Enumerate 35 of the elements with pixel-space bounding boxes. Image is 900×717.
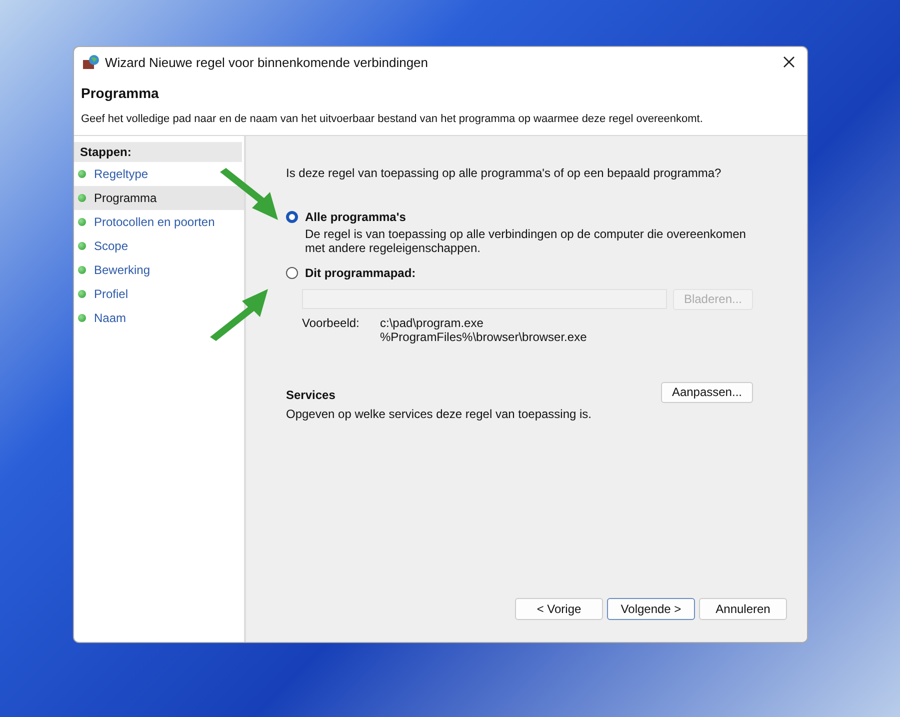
step-item[interactable]: Bewerking — [74, 258, 244, 282]
option-label[interactable]: Alle programma's — [305, 210, 406, 224]
wizard-button[interactable]: Annuleren — [699, 598, 787, 620]
question-text: Is deze regel van toepassing op alle programma's of op een bepaald programma? — [286, 166, 722, 180]
example-path: %ProgramFiles%\browser\browser.exe — [380, 330, 587, 344]
radio-button[interactable] — [286, 211, 298, 223]
wizard-button[interactable]: Volgende > — [607, 598, 695, 620]
step-item[interactable]: Regeltype — [74, 162, 244, 186]
option-label[interactable]: Dit programmapad: — [305, 266, 416, 280]
option-description: De regel is van toepassing op alle verbindingen op de computer die overeenkomen met andere regeleigenschappen. — [305, 227, 747, 256]
example-path: c:\pad\program.exe — [380, 316, 484, 330]
step-item[interactable]: Scope — [74, 234, 244, 258]
window-title: Wizard Nieuwe regel voor binnenkomende verbindingen — [105, 54, 430, 70]
wizard-button[interactable]: < Vorige — [515, 598, 603, 620]
steps-heading: Stappen: — [74, 142, 242, 162]
status-dot-icon — [78, 194, 86, 202]
status-dot-icon — [78, 314, 86, 322]
globe-icon — [82, 54, 100, 70]
example-label: Voorbeeld: — [302, 316, 360, 332]
status-dot-icon — [78, 266, 86, 274]
status-dot-icon — [78, 242, 86, 250]
status-dot-icon — [78, 290, 86, 298]
customize-button[interactable]: Aanpassen... — [660, 382, 753, 403]
page-description: Geef het volledige pad naar en de naam van het uitvoerbaar bestand van het programma op waarmee deze regel overeenkomt. — [81, 113, 704, 125]
services-description: Opgeven op welke services deze regel van toepassing is. — [286, 406, 592, 421]
step-item[interactable]: Naam — [74, 306, 244, 330]
close-icon[interactable] — [783, 56, 795, 68]
page-title: Programma — [81, 85, 160, 101]
step-item[interactable]: Protocollen en poorten — [74, 210, 244, 234]
services-heading: Services — [286, 388, 336, 402]
status-dot-icon — [78, 218, 86, 226]
radio-button[interactable] — [286, 266, 298, 279]
step-item[interactable]: Programma — [74, 186, 244, 210]
status-dot-icon — [78, 170, 86, 178]
step-item[interactable]: Profiel — [74, 282, 244, 306]
